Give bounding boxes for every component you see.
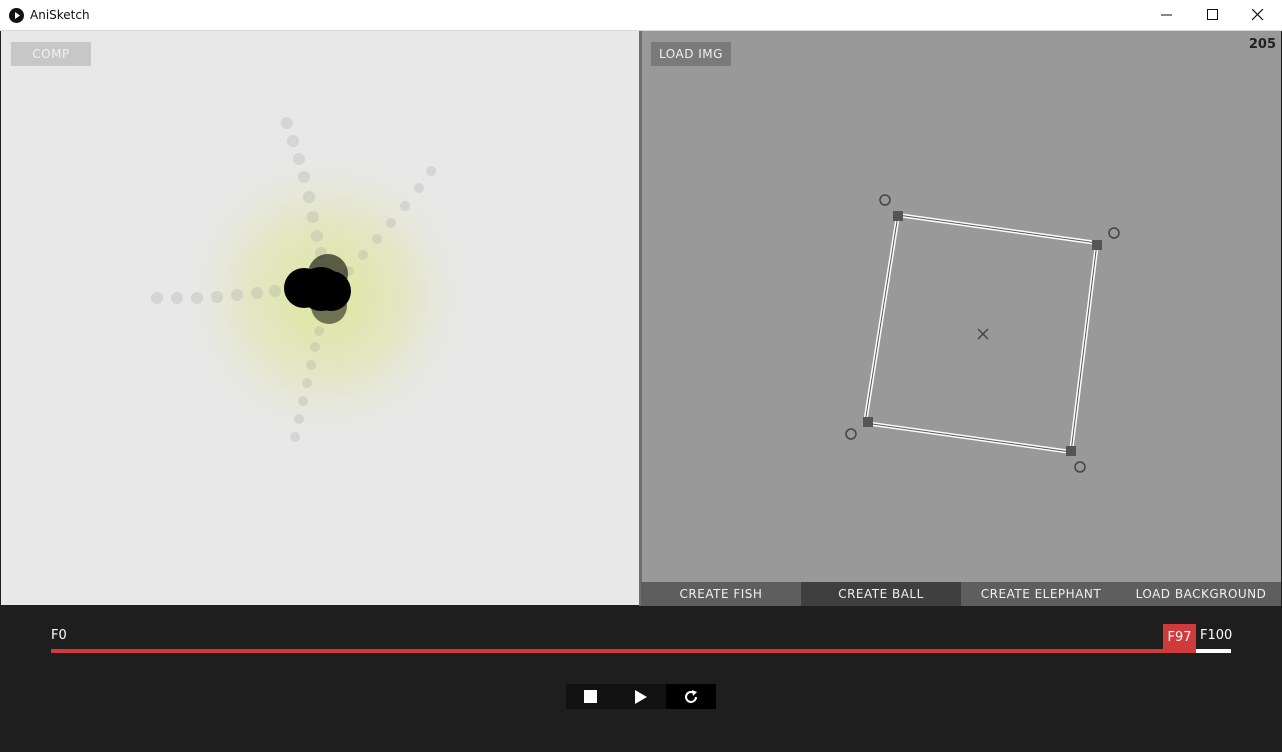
window-title: AniSketch [30,8,90,22]
load-img-button[interactable]: LOAD IMG [651,42,731,66]
close-icon [1252,9,1264,21]
composition-drawing [151,117,481,451]
close-button[interactable] [1235,0,1281,31]
timeline-track[interactable] [51,649,1231,653]
corner-handle-bottom-right[interactable] [1066,446,1076,456]
sketch-canvas[interactable] [642,31,1281,582]
timeline-panel [1,606,1281,751]
rotate-handle-top-left[interactable] [879,194,891,206]
create-ball-button[interactable]: CREATE BALL [801,582,961,606]
create-tab-bar: CREATE FISH CREATE BALL CREATE ELEPHANT … [641,582,1281,606]
play-icon [635,689,647,704]
bounding-box-outline [862,212,1100,455]
current-frame-marker[interactable]: F97 [1163,624,1196,650]
bounding-box-inner [864,214,1098,453]
corner-handle-top-right[interactable] [1092,240,1102,250]
playback-controls [566,684,716,709]
composition-canvas[interactable] [1,31,639,605]
center-cross-icon[interactable] [977,328,989,340]
rotate-handle-bottom-left[interactable] [845,428,857,440]
minimize-icon [1161,14,1172,16]
app-logo-icon [9,8,24,23]
transform-gizmo[interactable] [642,31,1281,582]
maximize-icon [1207,9,1218,20]
maximize-button[interactable] [1190,0,1236,31]
title-bar: AniSketch [0,0,1282,31]
comp-button[interactable]: COMP [11,42,91,66]
loop-button[interactable] [666,684,716,709]
play-button[interactable] [616,684,666,709]
stop-icon [584,689,597,703]
frame-counter: 205 [1248,37,1276,52]
minimize-button[interactable] [1144,0,1190,31]
timeline-start-label: F0 [51,628,67,643]
stop-button[interactable] [566,684,616,709]
create-fish-button[interactable]: CREATE FISH [641,582,801,606]
loop-icon [685,689,697,703]
corner-handle-bottom-left[interactable] [863,417,873,427]
timeline-progress [51,649,1196,653]
rotate-handle-top-right[interactable] [1108,227,1120,239]
corner-handle-top-left[interactable] [893,211,903,221]
rotate-handle-bottom-right[interactable] [1074,461,1086,473]
load-background-button[interactable]: LOAD BACKGROUND [1121,582,1281,606]
timeline-end-label: F100 [1200,628,1233,643]
create-elephant-button[interactable]: CREATE ELEPHANT [961,582,1121,606]
